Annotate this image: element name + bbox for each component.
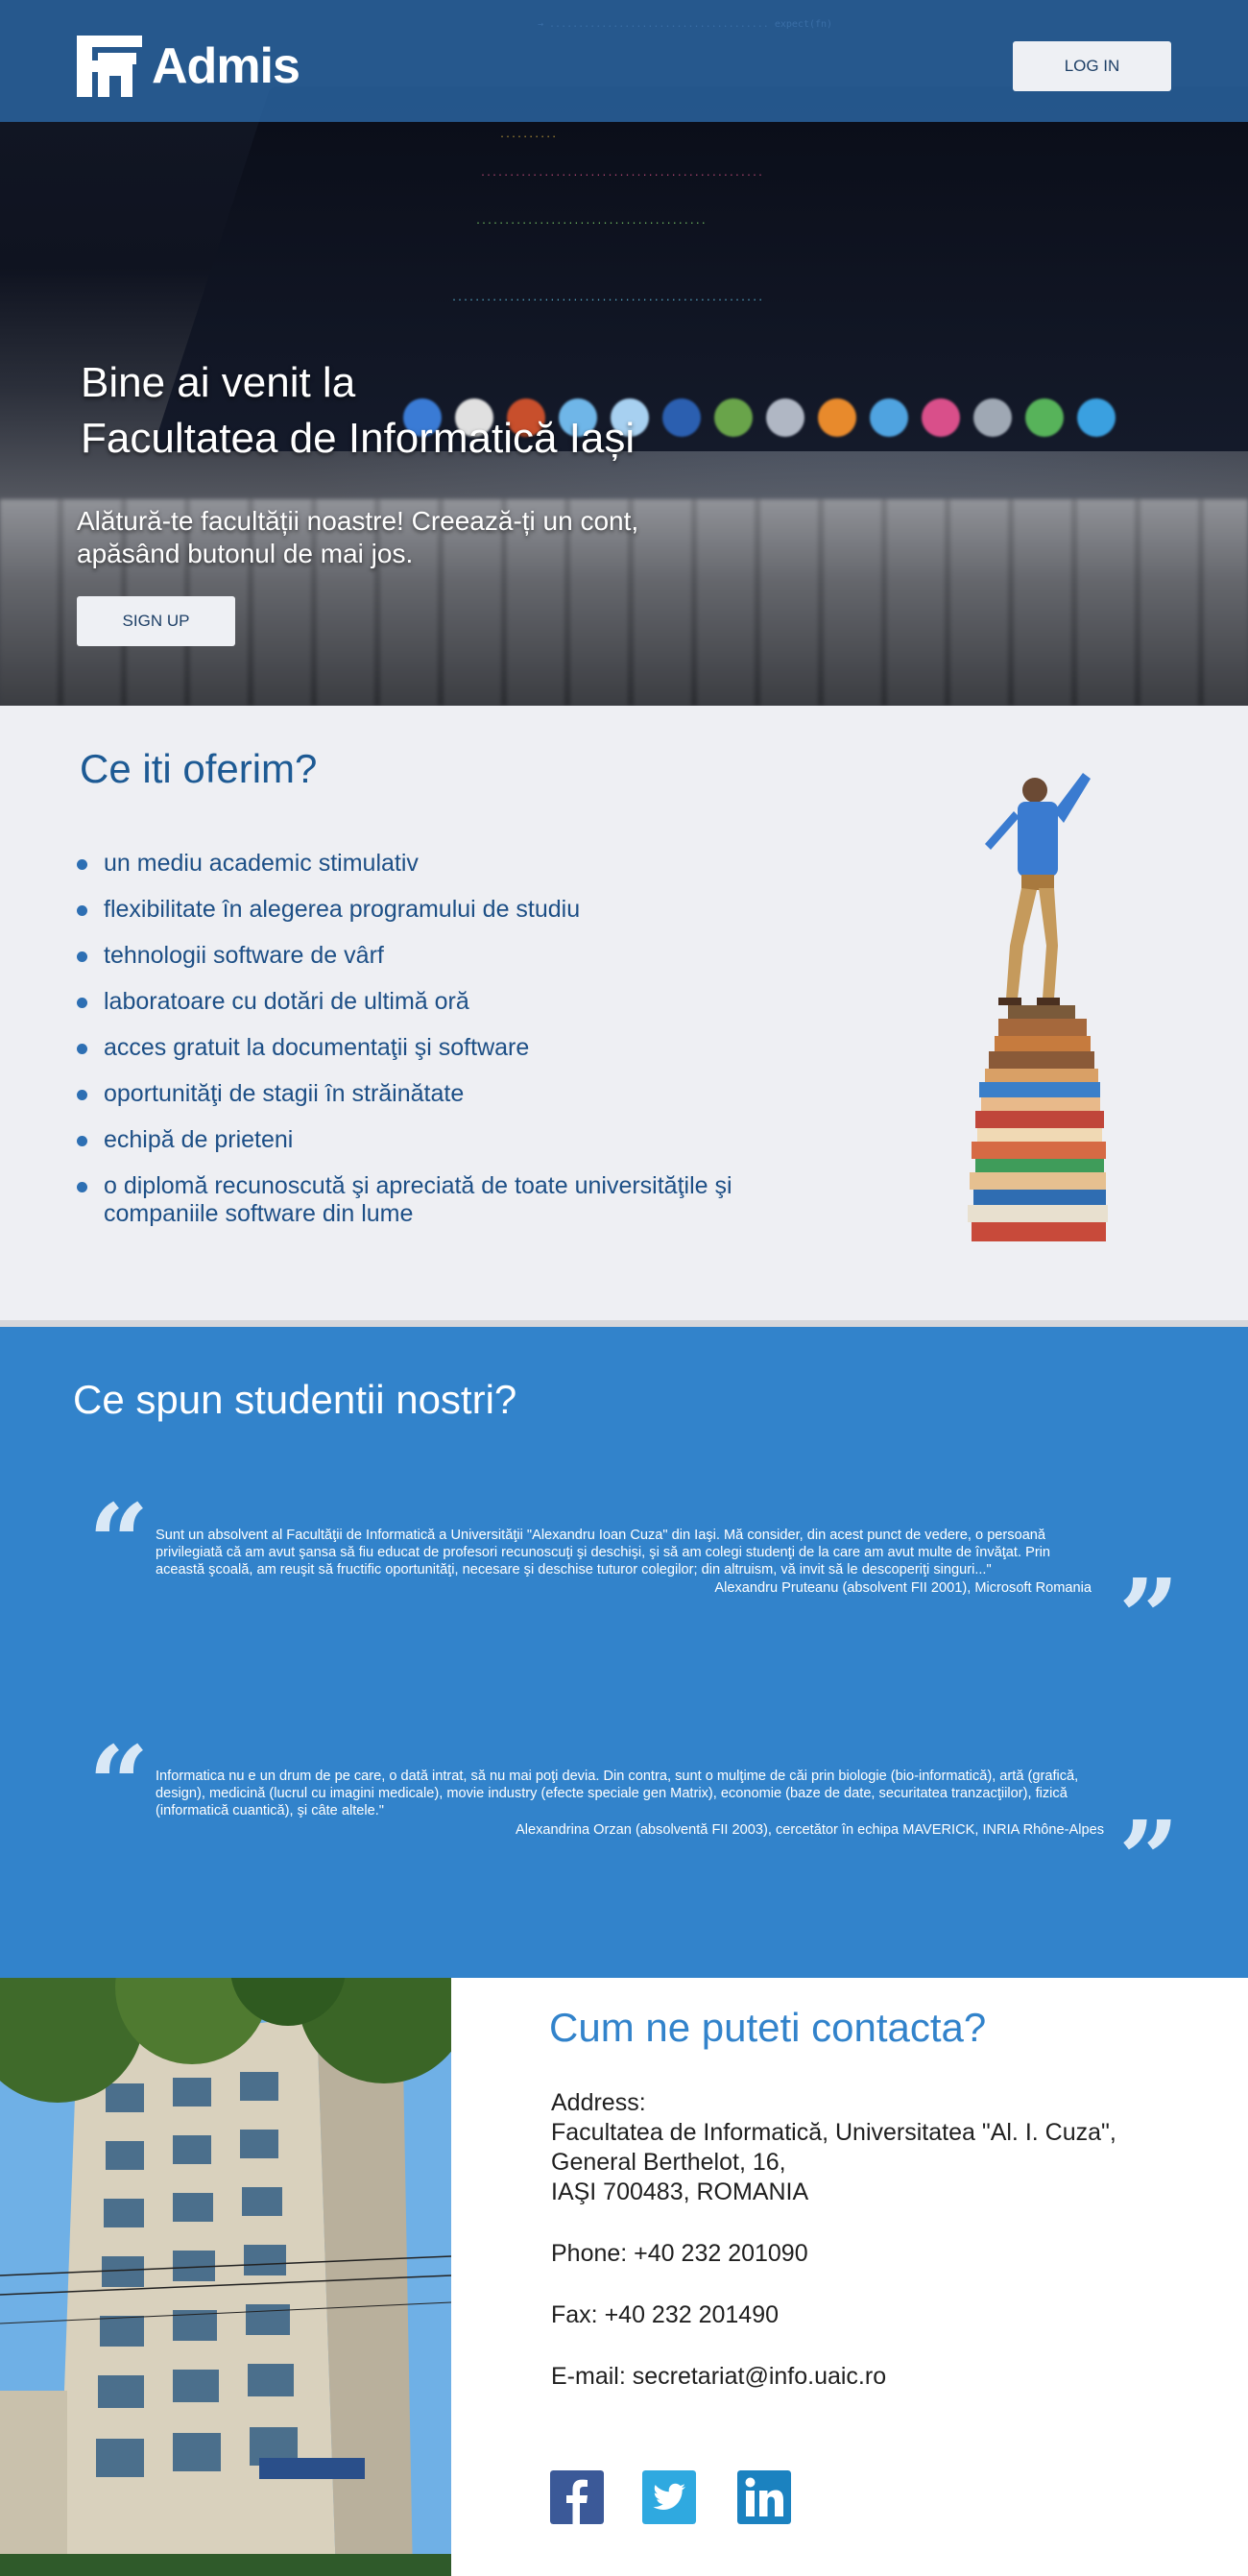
logo-mark-icon: [77, 36, 142, 97]
phone-text: Phone: +40 232 201090: [551, 2240, 808, 2267]
offer-list-item: un mediu academic stimulativ: [77, 850, 845, 878]
offer-list-item: echipă de prieteni: [77, 1126, 845, 1154]
testimonial-text: Sunt un absolvent al Facultăţii de Infor…: [156, 1528, 1051, 1577]
hero-title: Bine ai venit la Facultatea de Informati…: [81, 355, 635, 467]
facebook-icon[interactable]: [550, 2470, 604, 2524]
offer-list-item: acces gratuit la documentaţii şi softwar…: [77, 1034, 845, 1062]
offer-list-item: o diplomă recunoscută şi apreciată de to…: [77, 1172, 806, 1228]
close-quote-icon: ”: [1118, 1797, 1180, 1921]
hero-code-decoration: ..........: [499, 130, 558, 140]
faculty-building-photo: [0, 1978, 451, 2576]
twitter-icon[interactable]: [642, 2470, 696, 2524]
testimonials-title: Ce spun studentii nostri?: [73, 1377, 517, 1422]
hero-subtitle: Alătură-te facultății noastre! Creează-ț…: [77, 505, 691, 570]
contact-title: Cum ne puteti contacta?: [549, 2005, 987, 2050]
open-quote-icon: “: [88, 1481, 150, 1604]
hero-banner: → ......................................…: [0, 0, 1248, 706]
testimonial-author: Alexandrina Orzan (absolventă FII 2003),…: [516, 1822, 1104, 1838]
logo[interactable]: Admis: [77, 36, 300, 97]
linkedin-icon[interactable]: [737, 2470, 791, 2524]
hero-code-decoration: ........................................…: [451, 293, 764, 303]
offer-list-item: laboratoare cu dotări de ultimă oră: [77, 988, 845, 1016]
address-line: Facultatea de Informatică, Universitatea…: [551, 2119, 1116, 2146]
login-button[interactable]: LOG IN: [1013, 41, 1171, 91]
offer-list-item: oportunităţi de stagii în străinătate: [77, 1080, 845, 1108]
top-navigation-bar: Admis LOG IN: [0, 0, 1248, 122]
hero-title-line: Bine ai venit la: [81, 359, 356, 406]
student-on-books-illustration: [968, 773, 1108, 1241]
testimonials-section: Ce spun studentii nostri? “ Sunt un abso…: [0, 1327, 1248, 1978]
testimonial-author: Alexandru Pruteanu (absolvent FII 2001),…: [714, 1580, 1092, 1596]
offer-list-item: flexibilitate în alegerea programului de…: [77, 896, 845, 924]
hero-title-line: Facultatea de Informatică Iași: [81, 415, 636, 462]
testimonial-text: Informatica nu e un drum de pe care, o d…: [156, 1769, 1079, 1818]
offer-list-item: tehnologii software de vârf: [77, 942, 845, 970]
address-line: General Berthelot, 16,: [551, 2149, 786, 2176]
offer-list: un mediu academic stimulativ flexibilita…: [77, 850, 845, 1246]
contact-section: Cum ne puteti contacta? Address: Faculta…: [0, 1978, 1248, 2576]
section-divider: [0, 1320, 1248, 1327]
offer-title: Ce iti oferim?: [80, 746, 318, 791]
offer-section: Ce iti oferim? un mediu academic stimula…: [0, 706, 1248, 1320]
open-quote-icon: “: [88, 1722, 150, 1846]
fax-text: Fax: +40 232 201490: [551, 2301, 779, 2328]
address-line: IAŞI 700483, ROMANIA: [551, 2179, 809, 2205]
hero-subtitle-line: Alătură-te facultății noastre! Creează-ț…: [77, 506, 639, 536]
hero-code-decoration: ........................................: [475, 216, 707, 227]
address-label: Address:: [551, 2089, 646, 2116]
hero-code-decoration: ........................................…: [480, 168, 764, 179]
logo-text: Admis: [152, 38, 300, 94]
hero-subtitle-line: apăsând butonul de mai jos.: [77, 539, 414, 568]
email-text: E-mail: secretariat@info.uaic.ro: [551, 2363, 887, 2390]
signup-button[interactable]: SIGN UP: [77, 596, 235, 646]
close-quote-icon: ”: [1118, 1555, 1180, 1679]
